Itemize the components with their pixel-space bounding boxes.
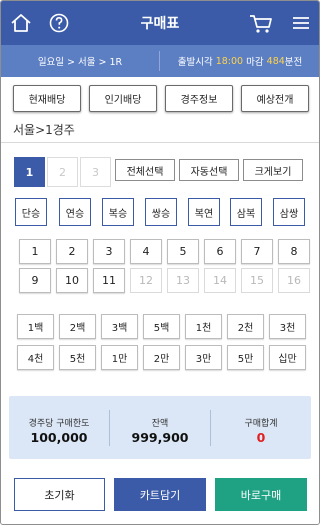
race-day-location: 일요일 > 서울 > 1R: [37, 57, 123, 68]
horse-number-button[interactable]: 4: [130, 239, 162, 264]
start-time-info: 출발시각 18:00 마감 484 분전: [161, 45, 319, 77]
amount-button[interactable]: 3백: [101, 314, 138, 339]
bet-type-exacta[interactable]: 쌍승: [145, 198, 177, 226]
purchase-summary: 경주당 구매한도 100,000 잔액 999,900 구매합계 0: [9, 396, 311, 459]
race-label: 서울>1경주: [13, 123, 75, 137]
horse-number-button[interactable]: 6: [204, 239, 236, 264]
horse-number-button: 13: [167, 268, 199, 293]
time-mid: 마감: [246, 57, 264, 68]
balance-label: 잔액: [151, 419, 169, 429]
horse-number-button[interactable]: 2: [56, 239, 88, 264]
total-label: 구매합계: [244, 419, 278, 429]
subbar-divider: [159, 51, 160, 71]
amount-button[interactable]: 1백: [17, 314, 54, 339]
total-value: 0: [256, 430, 266, 445]
round-tab-1[interactable]: 1: [14, 157, 45, 187]
buy-now-button[interactable]: 바로구매: [215, 478, 307, 511]
bet-type-trifecta[interactable]: 삼쌍: [273, 198, 305, 226]
amount-button[interactable]: 5만: [227, 345, 264, 370]
minutes-left: 484: [266, 55, 285, 67]
balance-column: 잔액 999,900: [110, 396, 210, 459]
round-tab-3[interactable]: 3: [80, 157, 111, 187]
amount-button[interactable]: 십만: [269, 345, 306, 370]
amount-button[interactable]: 1천: [185, 314, 222, 339]
current-odds-button[interactable]: 현재배당: [13, 85, 81, 112]
cart-icon[interactable]: [247, 9, 275, 37]
amount-button[interactable]: 3천: [269, 314, 306, 339]
bet-type-trio[interactable]: 삼복: [230, 198, 262, 226]
amount-button[interactable]: 2천: [227, 314, 264, 339]
limit-value: 100,000: [30, 430, 88, 445]
amount-button[interactable]: 5백: [143, 314, 180, 339]
amount-button[interactable]: 2만: [143, 345, 180, 370]
balance-value: 999,900: [131, 430, 189, 445]
info-button-row: 현재배당 인기배당 경주정보 예상전개: [13, 85, 309, 112]
app-header: 구매표: [1, 1, 319, 45]
time-suffix: 분전: [284, 57, 303, 68]
select-all-button[interactable]: 전체선택: [115, 159, 175, 181]
horse-number-button: 12: [130, 268, 162, 293]
bet-type-place[interactable]: 연승: [59, 198, 91, 226]
total-column: 구매합계 0: [211, 396, 311, 459]
horse-number-button[interactable]: 5: [167, 239, 199, 264]
horse-number-button[interactable]: 8: [278, 239, 310, 264]
section-divider: [1, 142, 319, 143]
amount-button[interactable]: 4천: [17, 345, 54, 370]
bet-type-quinella-place[interactable]: 복연: [188, 198, 220, 226]
horse-number-button: 15: [241, 268, 273, 293]
race-info-bar: 일요일 > 서울 > 1R 출발시각 18:00 마감 484 분전: [1, 45, 319, 77]
horse-number-button[interactable]: 1: [19, 239, 51, 264]
limit-label: 경주당 구매한도: [28, 419, 90, 429]
horse-number-button: 14: [204, 268, 236, 293]
bet-type-quinella[interactable]: 복승: [102, 198, 134, 226]
horse-number-button[interactable]: 7: [241, 239, 273, 264]
race-info-button[interactable]: 경주정보: [165, 85, 233, 112]
time-prefix: 출발시각: [177, 57, 213, 68]
horse-number-button[interactable]: 9: [19, 268, 51, 293]
add-to-cart-button[interactable]: 카트담기: [114, 478, 206, 511]
horse-number-button[interactable]: 11: [93, 268, 125, 293]
horse-number-button[interactable]: 3: [93, 239, 125, 264]
purchase-screen: 구매표 일요일 > 서울 > 1R 출발시각 18:00 마감 484 분전 현재…: [0, 0, 320, 525]
horse-number-button: 16: [278, 268, 310, 293]
amount-button[interactable]: 3만: [185, 345, 222, 370]
horse-number-button[interactable]: 10: [56, 268, 88, 293]
round-tab-2[interactable]: 2: [47, 157, 78, 187]
auto-select-button[interactable]: 자동선택: [179, 159, 239, 181]
menu-icon[interactable]: [287, 9, 315, 37]
amount-button[interactable]: 2백: [59, 314, 96, 339]
zoom-view-button[interactable]: 크게보기: [243, 159, 303, 181]
race-forecast-button[interactable]: 예상전개: [241, 85, 309, 112]
popular-odds-button[interactable]: 인기배당: [89, 85, 157, 112]
bet-type-win[interactable]: 단승: [15, 198, 47, 226]
reset-button[interactable]: 초기화: [14, 478, 105, 511]
amount-button[interactable]: 5천: [59, 345, 96, 370]
start-time: 18:00: [215, 55, 244, 67]
limit-column: 경주당 구매한도 100,000: [9, 396, 109, 459]
amount-button[interactable]: 1만: [101, 345, 138, 370]
